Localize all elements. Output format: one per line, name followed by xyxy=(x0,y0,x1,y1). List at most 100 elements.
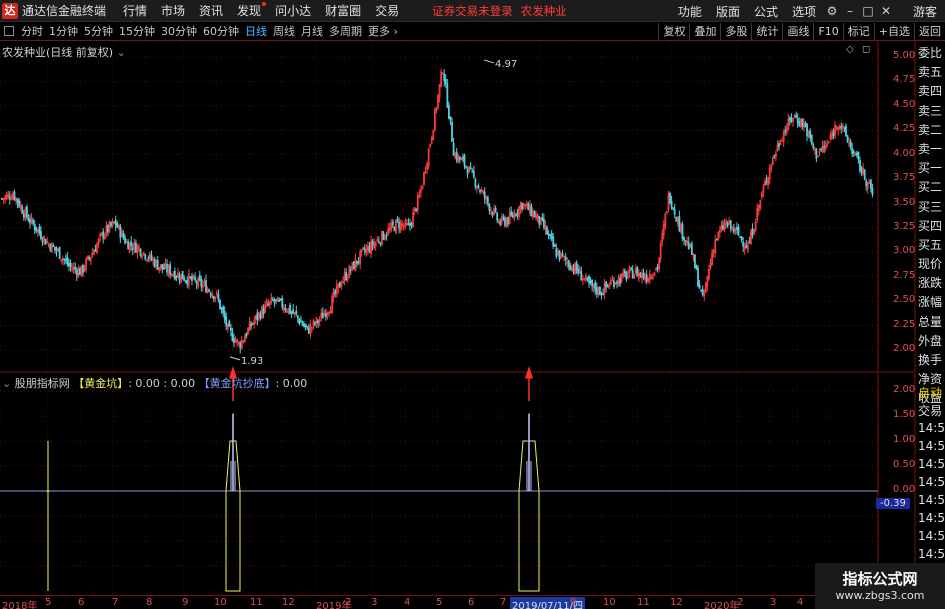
candle-body xyxy=(321,312,324,319)
period-1min[interactable]: 1分钟 xyxy=(46,23,81,39)
candle-body xyxy=(32,219,35,224)
candle-body xyxy=(466,168,469,175)
candle-body xyxy=(750,230,752,245)
candle-body xyxy=(80,265,83,276)
period-multi[interactable]: 多周期 xyxy=(326,23,365,39)
candle-body xyxy=(114,219,117,226)
candle-body xyxy=(409,223,411,226)
candle-body xyxy=(289,305,291,314)
candle-body xyxy=(781,140,784,142)
period-more[interactable]: 更多 › xyxy=(365,23,401,39)
menu-market[interactable]: 市场 xyxy=(154,2,192,19)
candle-body xyxy=(560,252,562,258)
panel-toggle-icon[interactable] xyxy=(4,26,14,36)
candle-body xyxy=(493,208,495,215)
menu-layout[interactable]: 版面 xyxy=(709,3,747,20)
period-timeshare[interactable]: 分时 xyxy=(18,23,46,39)
menu-options[interactable]: 选项 xyxy=(785,3,823,20)
guest-label[interactable]: 游客 xyxy=(913,3,937,20)
restore-rights-button[interactable]: 复权 xyxy=(658,23,689,40)
date-tick-label: 3 xyxy=(770,597,777,608)
candle-body xyxy=(203,281,206,284)
candle-body xyxy=(345,271,348,281)
panel-menu-icon[interactable]: ⌄ xyxy=(117,46,126,59)
login-warning[interactable]: 证券交易未登录 xyxy=(432,3,513,19)
candle-body xyxy=(237,341,240,344)
menu-formula[interactable]: 公式 xyxy=(747,3,785,20)
candle-body xyxy=(119,225,122,238)
candle-body xyxy=(261,306,263,319)
menu-quotes[interactable]: 行情 xyxy=(116,2,154,19)
candle-body xyxy=(259,313,262,319)
candle-body xyxy=(815,148,818,159)
candle-body xyxy=(68,262,70,267)
candle-body xyxy=(675,217,678,222)
stock-chart[interactable]: 4.97 1.93 xyxy=(0,0,945,609)
candle-body xyxy=(460,158,463,161)
candle-body xyxy=(728,220,731,225)
close-icon[interactable]: ✕ xyxy=(878,4,894,18)
candle-body xyxy=(292,309,295,315)
statistics-button[interactable]: 统计 xyxy=(751,23,782,40)
sidebar-quote-label: 总量 xyxy=(918,314,943,329)
f10-button[interactable]: F10 xyxy=(813,23,842,40)
add-watchlist-button[interactable]: +自选 xyxy=(873,23,914,40)
menu-functions[interactable]: 功能 xyxy=(671,3,709,20)
period-monthly[interactable]: 月线 xyxy=(298,23,326,39)
menu-trade[interactable]: 交易 xyxy=(368,2,406,19)
draw-line-button[interactable]: 画线 xyxy=(782,23,813,40)
overlay-button[interactable]: 叠加 xyxy=(689,23,720,40)
price-tick-label: 5.00 xyxy=(893,50,916,61)
period-weekly[interactable]: 周线 xyxy=(270,23,298,39)
candle-body xyxy=(4,195,7,200)
price-tick-label: 3.50 xyxy=(893,196,916,208)
period-60min[interactable]: 60分钟 xyxy=(200,23,242,39)
candle-body xyxy=(234,340,237,343)
minimize-icon[interactable]: – xyxy=(842,4,858,18)
candle-body xyxy=(532,211,534,218)
period-15min[interactable]: 15分钟 xyxy=(116,23,158,39)
candle-body xyxy=(490,209,492,212)
date-tick-label: 6 xyxy=(468,597,475,608)
candle-body xyxy=(77,268,80,278)
gear-icon[interactable]: ⚙ xyxy=(824,4,840,18)
date-tick-label: 11 xyxy=(637,597,650,608)
candle-body xyxy=(636,267,639,277)
candle-body xyxy=(27,218,30,222)
menu-discover[interactable]: 发现 xyxy=(230,2,268,19)
period-5min[interactable]: 5分钟 xyxy=(81,23,116,39)
indicator-menu-icon[interactable]: ⌄ xyxy=(2,377,11,390)
back-button[interactable]: 返回 xyxy=(914,23,945,40)
candle-body xyxy=(85,259,87,271)
multi-stock-button[interactable]: 多股 xyxy=(720,23,751,40)
candle-body xyxy=(581,278,584,281)
candle-body xyxy=(672,207,675,210)
candle-body xyxy=(521,202,523,210)
candle-body xyxy=(388,227,391,231)
candle-body xyxy=(533,211,536,218)
maximize-icon[interactable]: □ xyxy=(860,4,876,18)
candle-body xyxy=(108,222,111,232)
candle-body xyxy=(365,248,368,254)
candle-body xyxy=(745,244,748,249)
candle-body xyxy=(374,241,377,247)
period-30min[interactable]: 30分钟 xyxy=(158,23,200,39)
candle-body xyxy=(433,109,436,131)
candle-body xyxy=(631,269,634,279)
settings-diamond-icon[interactable]: ◇ xyxy=(846,44,854,55)
date-tick-label: 11 xyxy=(250,597,263,608)
period-daily[interactable]: 日线 xyxy=(242,23,270,39)
menu-wealth[interactable]: 财富圈 xyxy=(318,2,368,19)
candle-body xyxy=(170,273,173,276)
price-tick-label: 4.25 xyxy=(893,123,916,135)
menu-ask[interactable]: 问小达 xyxy=(268,2,318,19)
candle-body xyxy=(254,315,257,321)
expand-icon[interactable]: ◻ xyxy=(862,44,870,55)
mark-button[interactable]: 标记 xyxy=(842,23,874,40)
candle-body xyxy=(159,264,162,269)
candle-body xyxy=(852,151,855,154)
auto-label[interactable]: 自动 xyxy=(918,384,942,401)
menu-news[interactable]: 资讯 xyxy=(192,2,230,19)
trade-label[interactable]: 交易 xyxy=(918,402,942,419)
candle-body xyxy=(662,223,665,236)
